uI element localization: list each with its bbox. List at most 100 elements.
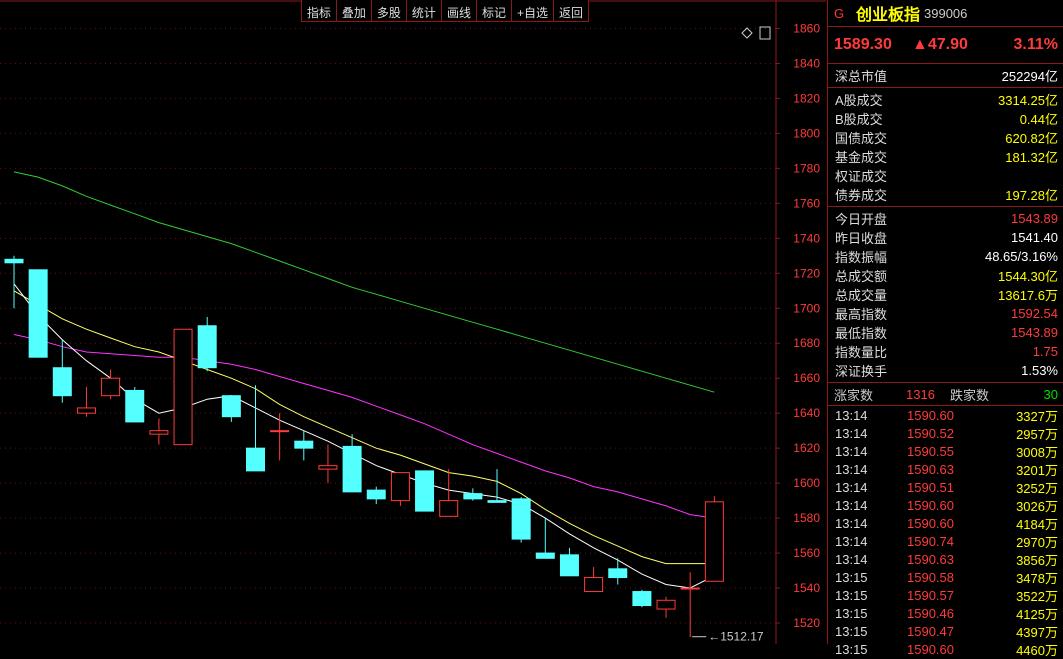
trade-volume: 3522万 [1016,588,1058,604]
trade-row: 13:14 1590.74 2970万 [828,532,1063,550]
rise-count: 1316 [906,386,935,402]
turnover-value: 620.82亿 [1005,131,1058,146]
y-tick-label: 1760 [793,196,820,210]
trade-price: 1590.51 [907,479,954,495]
trade-volume: 2957万 [1016,426,1058,442]
trade-row: 13:15 1590.58 3478万 [828,568,1063,586]
toolbar-multi-stock-button[interactable]: 多股 [371,0,407,22]
trade-price: 1590.57 [907,587,954,603]
candle-body [559,554,579,577]
toolbar-mark-button[interactable]: 标记 [476,0,512,22]
kline-chart-area[interactable]: 1520 1540 1560 1580 1600 1620 1640 1660 1680 1700… [0,0,826,644]
trade-volume: 3327万 [1016,408,1058,424]
index-name: 创业板指 [856,7,921,24]
kline-chart[interactable]: 1520 1540 1560 1580 1600 1620 1640 1660 1680 1700… [0,0,826,644]
stat-value: 1543.89 [1011,211,1058,226]
candle-body [656,599,676,610]
candle-body [28,269,48,358]
candle-body [439,500,459,517]
tick-trades-list[interactable]: 13:14 1590.60 3327万 13:14 1590.52 2957万 13:14 1… [828,406,1063,658]
turnover-value: 197.28亿 [1005,188,1058,203]
trade-price: 1590.60 [907,497,954,513]
candle-body [294,440,314,449]
trade-row: 13:15 1590.46 4125万 [828,604,1063,622]
toolbar-add-watchlist-button[interactable]: +自选 [511,0,554,22]
toolbar-draw-line-button[interactable]: 画线 [441,0,477,22]
trade-row: 13:15 1590.47 4397万 [828,622,1063,640]
trade-price: 1590.60 [907,515,954,531]
candle-body [246,447,265,472]
stat-label: 深证换手 [835,364,888,379]
y-tick-label: 1700 [793,301,820,315]
rise-label: 涨家数 [834,387,874,403]
stats-section: 今日开盘 1543.89 昨日收盘 1541.40 指数振幅 48.65/3.16% … [828,207,1063,383]
trade-time: 13:15 [835,605,868,621]
candle-body [632,591,652,607]
stat-label: 昨日收盘 [835,231,888,246]
stat-label: 指数振幅 [835,250,888,265]
quote-summary: 1589.30 ▲47.90 3.11% [828,27,1063,64]
toolbar-stats-button[interactable]: 统计 [406,0,442,22]
trade-price: 1590.63 [907,551,954,567]
toolbar-overlay-button[interactable]: 叠加 [336,0,372,22]
y-tick-label: 1780 [793,161,820,175]
flag-g: G [834,5,845,21]
turnover-label: 债券成交 [835,188,888,203]
trade-row: 13:14 1590.63 3201万 [828,460,1063,478]
candle-body [463,493,483,500]
trade-row: 13:15 1590.57 3522万 [828,586,1063,604]
trade-volume: 4184万 [1016,516,1058,532]
y-tick-label: 1560 [793,546,820,560]
candle-body [415,470,435,512]
turnover-value: 181.32亿 [1005,150,1058,165]
candle-body [535,552,555,559]
low-marker-label: ←1512.17 [708,630,764,644]
ma-slow-line [13,171,715,393]
trade-row: 13:14 1590.60 3327万 [828,406,1063,424]
candle-body [390,472,410,502]
ma-mid-line [13,290,715,565]
trade-volume: 4125万 [1016,606,1058,622]
y-tick-label: 1840 [793,56,820,70]
trade-price: 1590.55 [907,443,954,459]
last-price: 1589.30 [834,36,892,53]
stat-value: 1541.40 [1011,230,1058,245]
trade-time: 13:15 [835,587,868,603]
trade-volume: 4460万 [1016,642,1058,658]
trade-row: 13:15 1590.60 4460万 [828,640,1063,658]
y-tick-label: 1680 [793,336,820,350]
turnover-section: A股成交 3314.25亿 B股成交 0.44亿 国债成交 620.82亿 基金成交 1… [828,88,1063,207]
trade-row: 13:14 1590.60 3026万 [828,496,1063,514]
stat-label: 指数量比 [835,345,888,360]
toolbar-back-button[interactable]: 返回 [553,0,589,22]
trade-row: 13:14 1590.51 3252万 [828,478,1063,496]
turnover-label: 权证成交 [835,169,888,184]
candle-body [76,407,96,414]
stat-value: 13617.6万 [998,288,1058,303]
candle-body [4,258,24,264]
candle-body [342,445,362,493]
market-value-label: 深总市值 [835,69,888,84]
trade-volume: 3026万 [1016,498,1058,514]
stat-value: 1544.30亿 [998,269,1058,284]
trade-time: 13:14 [835,533,868,549]
candle-body [101,377,121,397]
trade-price: 1590.46 [907,605,954,621]
trade-row: 13:14 1590.60 4184万 [828,514,1063,532]
fall-label: 跌家数 [950,387,990,403]
candle-body [173,328,193,446]
turnover-label: B股成交 [835,112,883,127]
candle-body [149,430,169,435]
trade-time: 13:14 [835,515,868,531]
trade-time: 13:15 [835,569,868,585]
candle-body [125,389,145,423]
trade-price: 1590.60 [907,407,954,423]
trade-volume: 3008万 [1016,444,1058,460]
toolbar-indicator-button[interactable]: 指标 [301,0,337,22]
trade-time: 13:14 [835,479,868,495]
candle-body [680,587,700,590]
trade-time: 13:14 [835,407,868,423]
price-change: ▲47.90 [912,36,968,53]
turnover-value: 3314.25亿 [998,93,1058,108]
trade-row: 13:14 1590.52 2957万 [828,424,1063,442]
